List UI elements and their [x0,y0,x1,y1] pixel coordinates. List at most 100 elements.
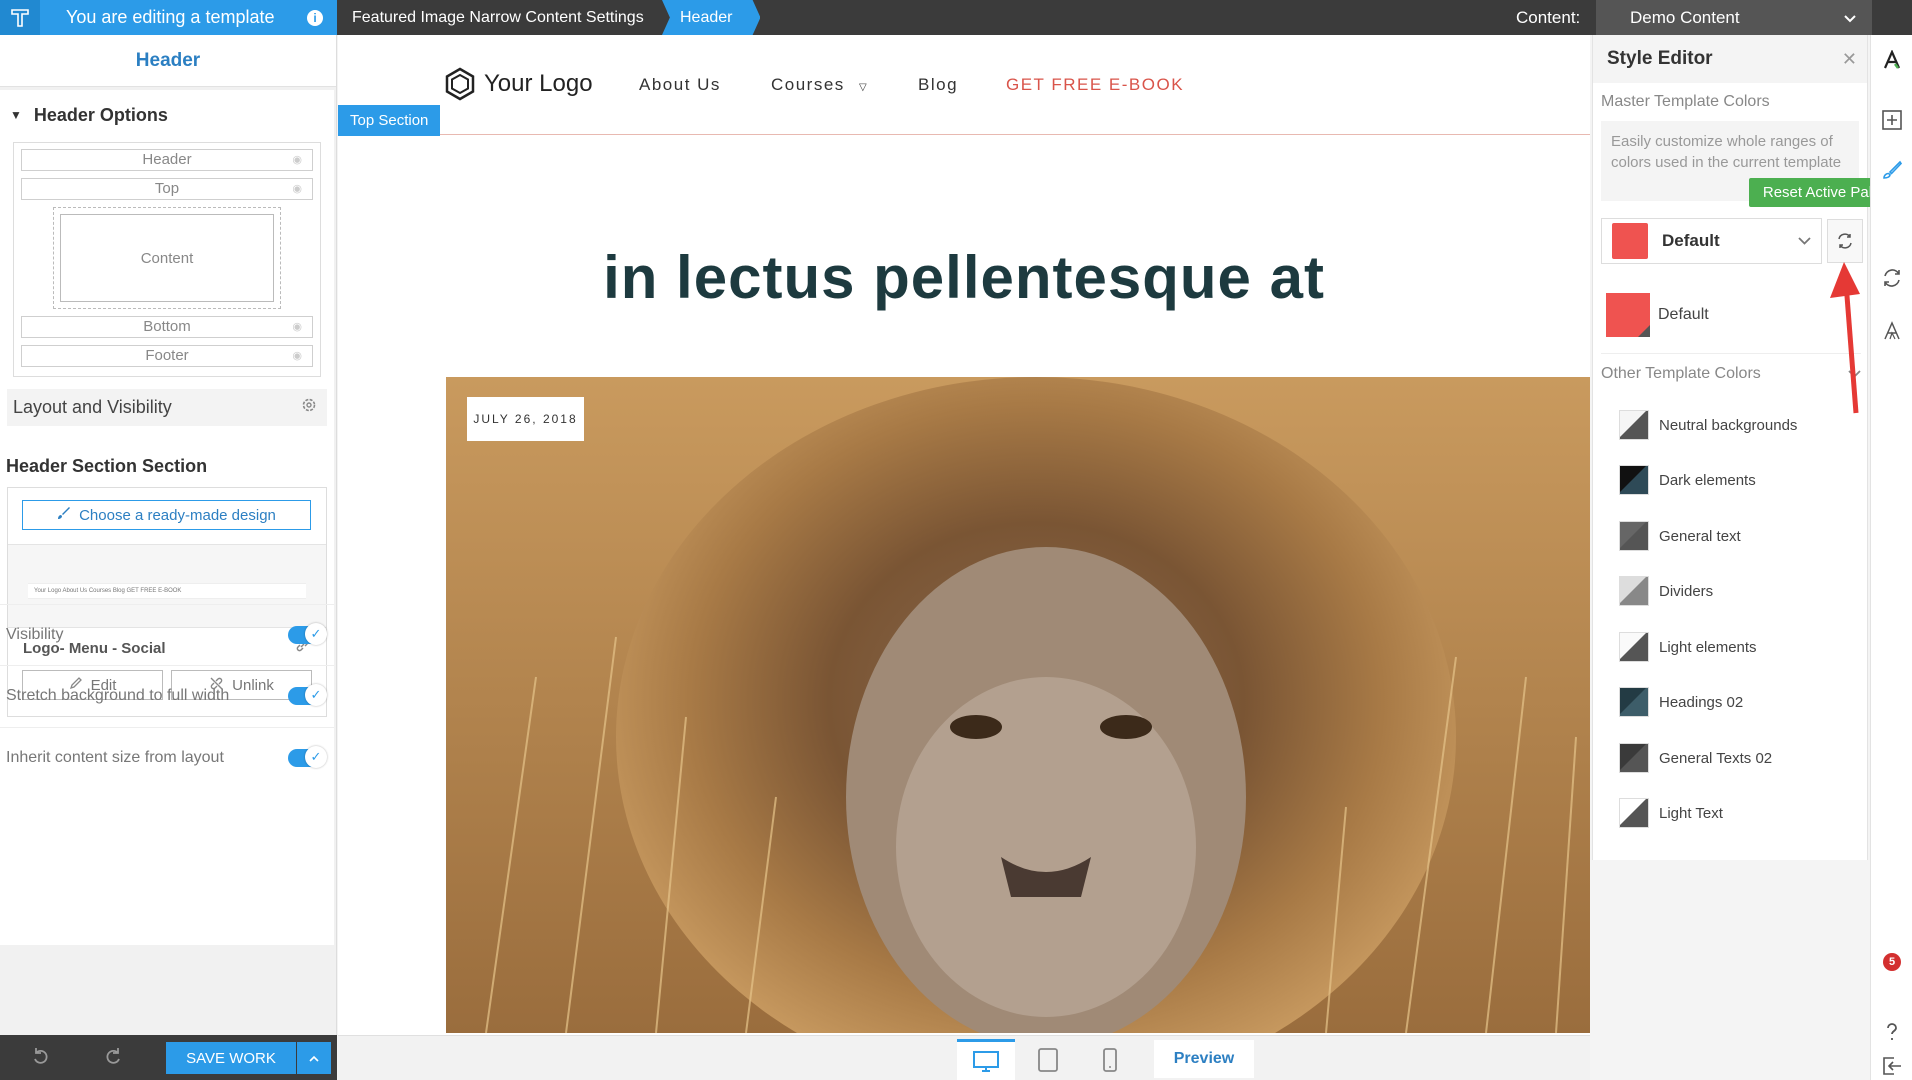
save-work-button[interactable]: SAVE WORK [166,1042,296,1074]
mobile-view-button[interactable] [1081,1039,1139,1080]
color-item[interactable]: Dark elements [1619,465,1756,495]
top-section-tag[interactable]: Top Section [338,105,441,136]
site-header[interactable]: Your Logo About Us Courses ▽ Blog GET FR… [338,35,1590,135]
eye-icon[interactable]: ◉ [292,346,302,366]
diagram-top[interactable]: Top ◉ [21,178,313,200]
nav-courses[interactable]: Courses ▽ [771,75,868,95]
nav-get-free-ebook[interactable]: GET FREE E-BOOK [1006,75,1184,95]
lion-image [446,377,1590,1033]
exit-icon[interactable] [1871,1045,1912,1080]
layout-visibility-row[interactable]: Layout and Visibility [7,389,327,426]
site-logo[interactable]: Your Logo [444,67,593,101]
chevron-down-icon [1798,232,1811,250]
color-item[interactable]: Dividers [1619,576,1713,606]
visibility-label: Visibility [6,625,64,643]
hexagon-logo-icon [445,67,475,101]
color-label: Headings 02 [1659,693,1744,711]
color-label: Light elements [1659,638,1757,656]
master-colors-title: Master Template Colors [1601,93,1770,110]
typography-icon[interactable] [1871,310,1912,352]
nav-blog[interactable]: Blog [918,75,958,95]
diagram-header[interactable]: Header ◉ [21,149,313,171]
color-item[interactable]: Light Text [1619,798,1723,828]
color-swatch [1619,632,1649,662]
visibility-toggle[interactable] [288,622,327,645]
eye-icon[interactable]: ◉ [292,179,302,199]
featured-image[interactable]: JULY 26, 2018 [446,377,1590,1033]
section-title: Header Section Section [6,456,208,476]
refresh-icon [1838,233,1852,249]
desktop-view-button[interactable] [957,1039,1015,1080]
nav-courses-label: Courses [771,75,845,94]
choose-design-label: Choose a ready-made design [79,506,276,524]
breadcrumb-template-settings[interactable]: Featured Image Narrow Content Settings [352,0,644,35]
revisions-icon[interactable] [1871,257,1912,299]
color-item[interactable]: General text [1619,521,1741,551]
nav-about-us[interactable]: About Us [639,75,721,95]
color-label: General text [1659,527,1741,545]
style-editor-brush-icon[interactable] [1871,149,1912,191]
layout-visibility-label: Layout and Visibility [13,397,172,417]
color-item[interactable]: Light elements [1619,632,1757,662]
stretch-background-toggle[interactable] [288,683,327,706]
add-element-icon[interactable] [1871,99,1912,141]
style-editor-header: Style Editor ✕ [1593,35,1867,83]
color-swatch [1619,465,1649,495]
inherit-size-toggle[interactable] [288,745,327,768]
tablet-icon [1038,1048,1058,1072]
header-options-toggle[interactable]: ▼ Header Options [0,90,334,140]
color-swatch [1619,687,1649,717]
redo-icon[interactable] [88,1045,138,1071]
diagram-top-label: Top [154,180,180,197]
editing-label: You are editing a template [66,7,275,27]
panel-title: Header [0,35,336,87]
right-toolbar: 5 [1870,35,1912,1080]
tablet-view-button[interactable] [1019,1039,1077,1080]
palette-item-default[interactable]: Default [1606,293,1709,337]
info-icon[interactable]: i [307,9,323,26]
notification-badge[interactable]: 5 [1883,953,1901,971]
content-select[interactable]: Demo Content [1596,0,1872,35]
color-item[interactable]: Neutral backgrounds [1619,410,1797,440]
diagram-bottom[interactable]: Bottom ◉ [21,316,313,338]
brush-icon [57,506,71,524]
page-headline[interactable]: in lectus pellentesque at [338,243,1590,312]
color-swatch [1619,410,1649,440]
stretch-background-toggle-row: Stretch background to full width [0,665,334,725]
choose-design-button[interactable]: Choose a ready-made design [22,500,311,530]
color-label: General Texts 02 [1659,749,1773,767]
color-item[interactable]: Headings 02 [1619,687,1743,717]
stretch-background-label: Stretch background to full width [6,686,230,704]
visibility-toggle-row: Visibility [0,604,334,664]
close-icon[interactable]: ✕ [1842,49,1857,70]
diagram-content[interactable]: Content [60,214,274,302]
diagram-bottom-label: Bottom [143,318,191,335]
eye-icon[interactable]: ◉ [292,150,302,170]
layout-diagram: Header ◉ Top ◉ Content Bottom ◉ Footer ◉ [13,142,321,377]
caret-down-icon: ▼ [10,108,22,122]
caret-down-icon: ▽ [859,82,869,93]
palette-swatch [1612,223,1648,259]
desktop-icon [973,1050,999,1072]
reset-palette-button[interactable] [1827,219,1863,263]
thrive-logo-icon[interactable] [0,0,40,35]
palette-select[interactable]: Default [1601,218,1822,264]
diagram-footer[interactable]: Footer ◉ [21,345,313,367]
undo-icon[interactable] [16,1045,66,1071]
breadcrumb-header[interactable]: Header [662,0,761,35]
header-options-label: Header Options [33,104,168,125]
color-swatch [1619,798,1649,828]
style-editor-title: Style Editor [1607,48,1713,69]
color-item[interactable]: General Texts 02 [1619,743,1772,773]
thrive-architect-icon[interactable] [1871,39,1912,81]
preview-button[interactable]: Preview [1154,1040,1254,1078]
gear-icon[interactable] [301,397,317,418]
chevron-up-icon[interactable] [297,1042,331,1074]
device-bar: Preview [338,1035,1590,1080]
chevron-down-icon [1844,8,1856,28]
thumbnail-header-strip: Your Logo About Us Courses Blog GET FREE… [28,583,306,599]
color-label: Dark elements [1659,471,1756,489]
content-label: Content: [1516,8,1581,27]
eye-icon[interactable]: ◉ [292,317,302,337]
bottom-bar: SAVE WORK [0,1035,337,1080]
